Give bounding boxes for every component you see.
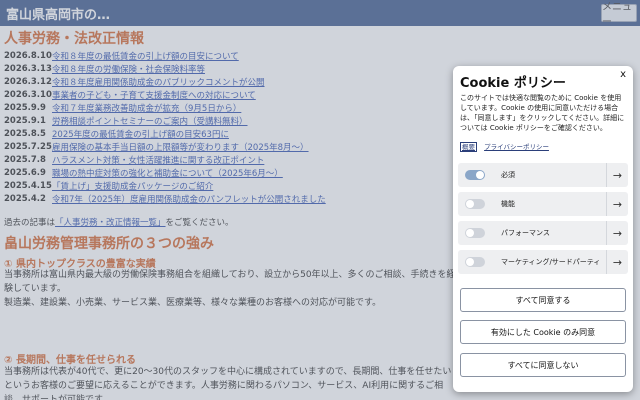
cookie-category-marketing: マーケティング/サードパーティ →: [458, 250, 628, 274]
arrow-right-icon[interactable]: →: [606, 221, 628, 245]
toggle-performance[interactable]: [465, 228, 485, 238]
toggle-functional[interactable]: [465, 199, 485, 209]
accept-all-button[interactable]: すべて同意する: [460, 288, 626, 312]
summary-link[interactable]: 概要: [460, 142, 477, 152]
accept-enabled-button[interactable]: 有効にした Cookie のみ同意: [460, 320, 626, 344]
close-icon[interactable]: x: [620, 69, 626, 80]
cookie-description: このサイトでは快適な閲覧のために Cookie を使用しています。Cookie …: [460, 94, 625, 132]
toggle-knob: [466, 258, 474, 266]
category-label: マーケティング/サードパーティ: [501, 258, 601, 266]
cookie-links: 概要 プライバシーポリシー: [460, 141, 549, 152]
reject-all-button[interactable]: すべてに同意しない: [460, 353, 626, 377]
arrow-right-icon[interactable]: →: [606, 163, 628, 187]
toggle-knob: [466, 229, 474, 237]
category-label: パフォーマンス: [501, 229, 550, 237]
cookie-category-functional: 機能 →: [458, 192, 628, 216]
cookie-title: Cookie ポリシー: [460, 76, 566, 91]
cookie-category-performance: パフォーマンス →: [458, 221, 628, 245]
toggle-required[interactable]: [465, 170, 485, 180]
arrow-right-icon[interactable]: →: [606, 192, 628, 216]
toggle-knob: [476, 171, 484, 179]
privacy-policy-link[interactable]: プライバシーポリシー: [484, 143, 549, 151]
toggle-knob: [466, 200, 474, 208]
category-label: 機能: [501, 200, 515, 208]
arrow-right-icon[interactable]: →: [606, 250, 628, 274]
toggle-marketing[interactable]: [465, 257, 485, 267]
cookie-category-required: 必須 →: [458, 163, 628, 187]
cookie-dialog: Cookie ポリシー x このサイトでは快適な閲覧のために Cookie を使…: [453, 66, 633, 392]
category-label: 必須: [501, 171, 515, 179]
